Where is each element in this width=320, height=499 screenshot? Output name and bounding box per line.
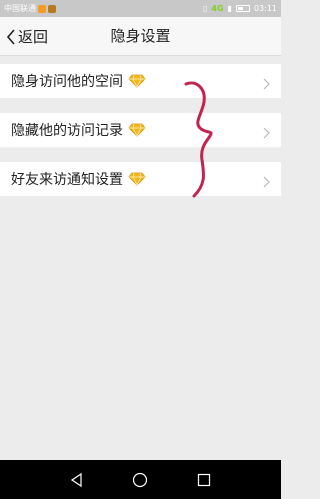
clock: 03:11 <box>253 4 277 13</box>
page-title: 隐身设置 <box>110 27 171 45</box>
vibrate-icon: ▯ <box>202 4 208 13</box>
setting-row-hide-visit-record[interactable]: 隐藏他的访问记录 <box>0 113 281 147</box>
battery-icon <box>235 5 250 12</box>
setting-label: 隐藏他的访问记录 <box>11 123 123 139</box>
setting-label: 好友来访通知设置 <box>11 172 123 188</box>
chevron-right-icon <box>263 75 270 94</box>
navigation-bar <box>0 460 281 499</box>
notification-icon <box>38 4 46 13</box>
screen: 中国联通 ▯ 4G ▮ 03:11 返回 隐身设置 隐身访问他的空间 隐藏他的访… <box>0 0 281 499</box>
status-right: ▯ 4G ▮ 03:11 <box>203 4 281 13</box>
status-left: 中国联通 <box>0 3 56 14</box>
carrier-label: 中国联通 <box>4 4 36 13</box>
setting-row-invisible-visit[interactable]: 隐身访问他的空间 <box>0 64 281 98</box>
recents-square-icon[interactable] <box>197 473 211 487</box>
setting-label: 隐身访问他的空间 <box>11 74 123 90</box>
handwritten-brace-annotation <box>180 78 220 204</box>
status-bar: 中国联通 ▯ 4G ▮ 03:11 <box>0 0 281 17</box>
signal-icon: ▮ <box>227 4 232 13</box>
title-bar: 返回 隐身设置 <box>0 17 281 56</box>
chevron-right-icon <box>263 173 270 192</box>
chevron-right-icon <box>263 124 270 143</box>
setting-row-friend-visit-notify[interactable]: 好友来访通知设置 <box>0 162 281 196</box>
diamond-icon <box>128 74 146 88</box>
back-triangle-icon[interactable] <box>70 472 84 487</box>
app-notification-icon <box>48 4 56 13</box>
network-label: 4G <box>211 4 224 13</box>
diamond-icon <box>128 123 146 137</box>
diamond-icon <box>128 172 146 186</box>
home-circle-icon[interactable] <box>132 472 148 488</box>
